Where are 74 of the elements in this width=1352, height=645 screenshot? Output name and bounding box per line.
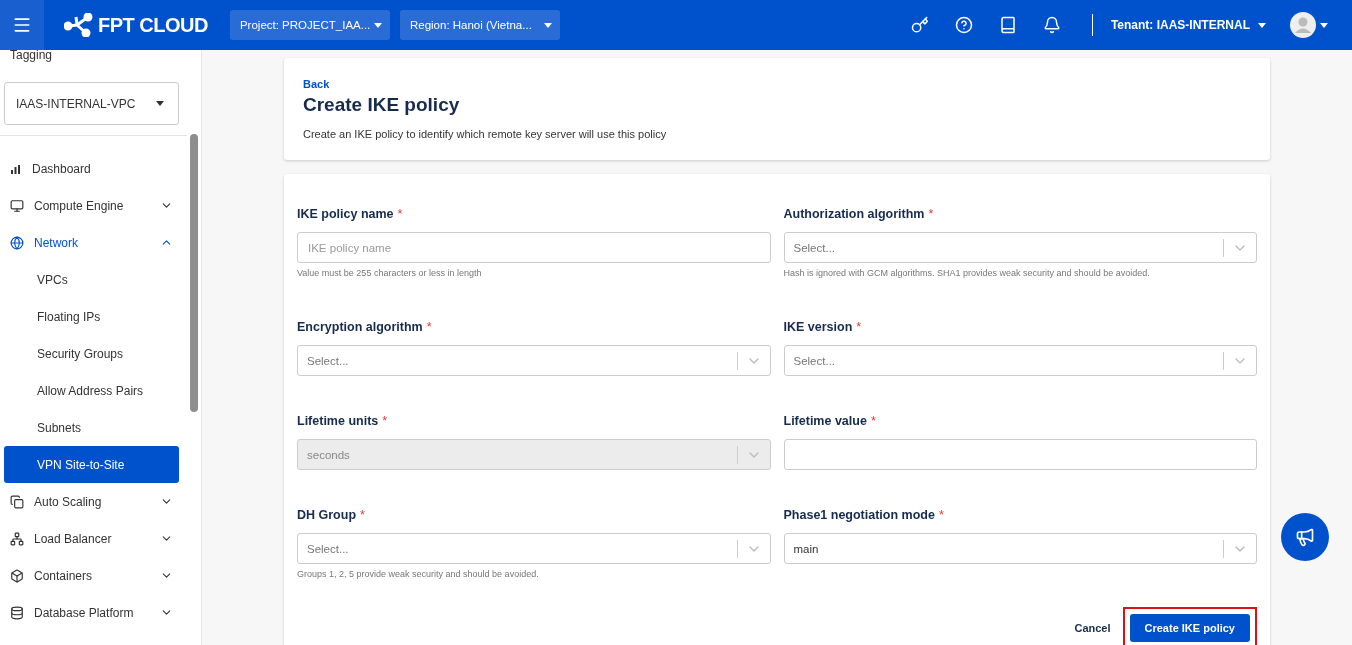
- select-field[interactable]: Select...: [297, 345, 771, 376]
- sidebar-subitem[interactable]: Floating IPs: [4, 298, 179, 335]
- field-hint: Value must be 255 characters or less in length: [297, 268, 483, 278]
- required-mark: *: [856, 320, 862, 334]
- field-label: IKE policy name: [297, 207, 394, 221]
- page-description: Create an IKE policy to identify which remote key server will use this policy: [303, 128, 667, 140]
- sidebar-item[interactable]: Compute Engine: [0, 187, 187, 224]
- required-mark: *: [928, 207, 934, 221]
- required-mark: *: [360, 508, 365, 522]
- sidebar-item[interactable]: Database Platform: [0, 594, 187, 631]
- input-field[interactable]: [783, 439, 1257, 470]
- sidebar-item[interactable]: Auto Scaling: [0, 483, 187, 520]
- select-field[interactable]: Select...: [783, 345, 1257, 376]
- announcement-button[interactable]: [1281, 513, 1329, 561]
- stacked-squares-icon: [10, 494, 24, 509]
- bell-icon: [1042, 16, 1061, 34]
- region-dropdown[interactable]: Region: Hanoi (Vietna...: [399, 10, 560, 40]
- avatar-icon: [1290, 12, 1316, 38]
- bar-chart-icon: [10, 162, 22, 175]
- sidebar-item[interactable]: Tagging: [10, 50, 53, 60]
- required-mark: *: [397, 207, 403, 221]
- megaphone-icon: [1295, 527, 1315, 547]
- network-icon: [10, 531, 24, 546]
- brand-name: FPT CLOUD: [98, 13, 208, 37]
- back-link[interactable]: Back: [303, 78, 330, 90]
- account-menu[interactable]: [1290, 12, 1328, 38]
- vpc-dropdown[interactable]: IAAS-INTERNAL-VPC: [4, 82, 179, 125]
- required-mark: *: [382, 414, 388, 428]
- sidebar-item[interactable]: Dashboard: [0, 150, 187, 187]
- sidebar-subitem[interactable]: VPCs: [4, 261, 179, 298]
- create-button[interactable]: Create IKE policy: [1129, 614, 1250, 642]
- input-field[interactable]: IKE policy name: [297, 232, 771, 263]
- tenant-dropdown[interactable]: Tenant: IAAS-INTERNAL: [1091, 14, 1272, 36]
- caret-icon: [1258, 22, 1266, 28]
- key-icon: [910, 16, 929, 34]
- sidebar-subitem[interactable]: VPN Site-to-Site: [4, 446, 179, 483]
- field-label: Phase1 negotiation mode: [783, 508, 935, 522]
- menu-button[interactable]: [0, 0, 44, 50]
- caret-icon: [156, 101, 164, 106]
- required-mark: *: [426, 320, 432, 334]
- book-icon: [998, 16, 1017, 34]
- select-field[interactable]: Select...: [783, 232, 1257, 263]
- sidebar-subitem[interactable]: Allow Address Pairs: [4, 372, 179, 409]
- logo-icon: [64, 13, 94, 37]
- sidebar-subitem[interactable]: Subnets: [4, 409, 179, 446]
- field-label: Authorization algorithm: [783, 207, 925, 221]
- sidebar-subitem[interactable]: Security Groups: [4, 335, 179, 372]
- select-field[interactable]: Select...: [297, 533, 771, 564]
- field-label: Lifetime value: [783, 414, 867, 428]
- help-icon: [954, 16, 973, 34]
- menu-icon: [12, 15, 32, 35]
- field-hint: Groups 1, 2, 5 provide weak security and should be avoided.: [297, 569, 540, 579]
- database-icon: [10, 605, 24, 620]
- caret-icon: [373, 22, 382, 28]
- field-label: IKE version: [783, 320, 853, 334]
- field-hint: Hash is ignored with GCM algorithms. SHA1 provides weak security and should be avoided.: [783, 268, 1151, 278]
- globe-icon: [10, 235, 24, 250]
- required-mark: *: [870, 414, 876, 428]
- sidebar-item[interactable]: Containers: [0, 557, 187, 594]
- field-label: Encryption algorithm: [297, 320, 423, 334]
- required-mark: *: [938, 508, 944, 522]
- cube-icon: [10, 568, 24, 583]
- field-label: Lifetime units: [297, 414, 379, 428]
- caret-icon: [1320, 22, 1328, 28]
- cancel-button[interactable]: Cancel: [1068, 621, 1117, 635]
- page-title: Create IKE policy: [303, 94, 460, 116]
- monitor-icon: [10, 198, 24, 213]
- project-dropdown[interactable]: Project: PROJECT_IAA...: [229, 10, 390, 40]
- sidebar-item[interactable]: Load Balancer: [0, 520, 187, 557]
- select-field[interactable]: main: [783, 533, 1257, 564]
- sidebar-item[interactable]: Network: [0, 224, 187, 261]
- field-label: DH Group: [297, 508, 357, 522]
- scrollbar-thumb[interactable]: [190, 134, 198, 412]
- caret-icon: [543, 22, 552, 28]
